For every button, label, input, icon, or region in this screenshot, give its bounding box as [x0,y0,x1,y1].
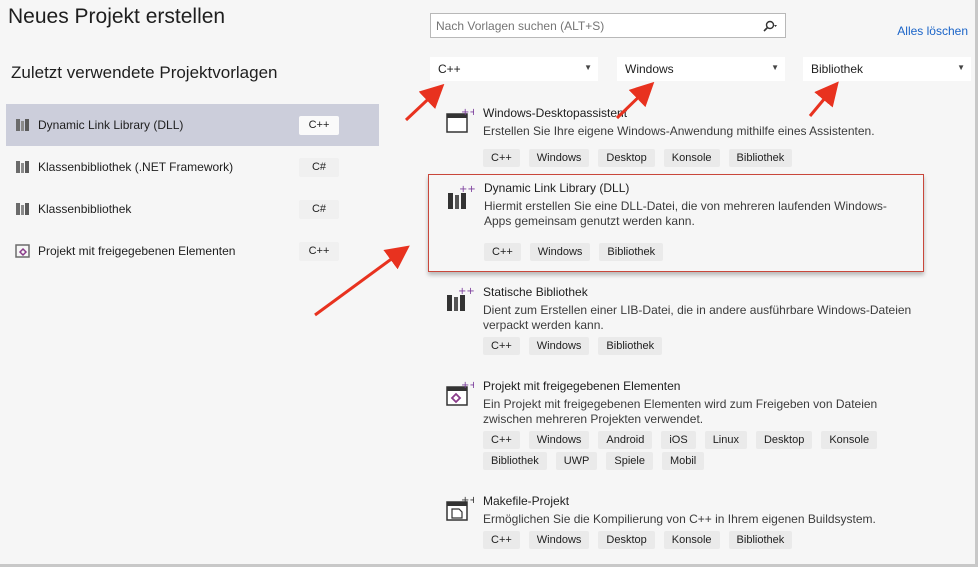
template-description: Erstellen Sie Ihre eigene Windows-Anwend… [483,124,875,138]
tag: Konsole [663,149,720,167]
tag: iOS [661,431,696,449]
chevron-down-icon: ▼ [584,63,592,72]
page-title: Neues Projekt erstellen [8,5,226,28]
tag: UWP [555,452,598,470]
tag: Bibliothek [728,149,793,167]
recent-item-label: Projekt mit freigegebenen Elementen [38,244,236,258]
template-windows-desktop-wizard[interactable]: ++ Windows-Desktopassistent Erstellen Si… [440,100,924,172]
template-name: Projekt mit freigegebenen Elementen [483,379,681,393]
tag: C++ [484,243,521,261]
project-type-filter-dropdown[interactable]: Bibliothek ▼ [803,57,971,81]
tag: Desktop [598,531,655,549]
tag: Desktop [598,149,655,167]
class-library-icon [16,203,29,215]
language-badge: C# [299,158,339,177]
project-type-filter-value: Bibliothek [811,62,864,76]
tag: Windows [529,243,591,261]
svg-text:++: ++ [458,286,474,297]
template-description: Ein Projekt mit freigegebenen Elementen … [483,397,878,426]
recent-templates-list: Dynamic Link Library (DLL) C++ Klassenbi… [6,104,379,272]
template-tags: C++ Windows Desktop Konsole Bibliothek [483,149,933,170]
tag: Bibliothek [483,452,547,470]
template-search-box[interactable] [430,13,786,38]
tag: Linux [704,431,747,449]
tag: Desktop [755,431,813,449]
recent-item-class-library-net[interactable]: Klassenbibliothek (.NET Framework) C# [6,146,379,188]
recent-item-label: Klassenbibliothek (.NET Framework) [38,160,234,174]
language-filter-dropdown[interactable]: C++ ▼ [430,57,598,81]
template-tags: C++ Windows Bibliothek [484,243,934,264]
recent-item-shared-items[interactable]: Projekt mit freigegebenen Elementen C++ [6,230,379,272]
svg-text:++: ++ [461,495,474,506]
tag: Konsole [663,531,720,549]
template-name: Dynamic Link Library (DLL) [484,181,630,195]
class-library-icon [16,161,29,173]
template-dll[interactable]: ++ Dynamic Link Library (DLL) Hiermit er… [428,174,924,272]
makefile-template-icon: ++ [446,495,474,521]
tag: Bibliothek [598,337,663,355]
template-name: Statische Bibliothek [483,285,588,299]
template-description: Hiermit erstellen Sie eine DLL-Datei, di… [484,199,887,228]
platform-filter-dropdown[interactable]: Windows ▼ [617,57,785,81]
dll-template-icon: ++ [448,184,475,209]
template-tags: C++ Windows Android iOS Linux Desktop Ko… [483,431,933,473]
search-icon[interactable] [755,14,785,37]
tag: C++ [483,431,520,449]
platform-filter-value: Windows [625,62,674,76]
template-static-library[interactable]: ++ Statische Bibliothek Dient zum Erstel… [440,279,924,359]
arrow-to-language-filter [404,83,445,122]
recent-item-dll[interactable]: Dynamic Link Library (DLL) C++ [6,104,379,146]
tag: C++ [483,149,520,167]
template-tags: C++ Windows Bibliothek [483,337,933,358]
template-name: Windows-Desktopassistent [483,106,628,120]
chevron-down-icon: ▼ [957,63,965,72]
language-badge: C++ [299,116,339,135]
tag: C++ [483,531,520,549]
recent-item-label: Dynamic Link Library (DLL) [38,118,184,132]
shared-items-template-icon: ++ [446,380,474,406]
template-description: Ermöglichen Sie die Kompilierung von C++… [483,512,876,526]
recent-templates-heading: Zuletzt verwendete Projektvorlagen [11,63,278,82]
svg-text:++: ++ [461,380,474,391]
svg-text:++: ++ [461,107,474,118]
tag: Windows [528,431,590,449]
language-badge: C++ [299,242,339,261]
tag: Windows [528,337,590,355]
tag: Konsole [821,431,878,449]
tag: C++ [483,337,520,355]
clear-all-link[interactable]: Alles löschen [897,24,968,38]
tag: Bibliothek [728,531,793,549]
language-badge: C# [299,200,339,219]
recent-item-class-library[interactable]: Klassenbibliothek C# [6,188,379,230]
template-makefile-project[interactable]: ++ Makefile-Projekt Ermöglichen Sie die … [440,488,924,558]
template-tags: C++ Windows Desktop Konsole Bibliothek [483,531,933,552]
dll-template-icon [16,119,29,131]
tag: Bibliothek [599,243,664,261]
svg-text:++: ++ [459,184,475,195]
template-shared-items[interactable]: ++ Projekt mit freigegebenen Elementen E… [440,373,924,473]
tag: Spiele [606,452,653,470]
template-name: Makefile-Projekt [483,494,570,508]
shared-items-icon [15,244,30,258]
chevron-down-icon: ▼ [771,63,779,72]
language-filter-value: C++ [438,62,461,76]
recent-item-label: Klassenbibliothek [38,202,132,216]
static-library-template-icon: ++ [447,286,474,311]
search-input[interactable] [431,18,755,33]
tag: Mobil [661,452,705,470]
tag: Windows [528,149,590,167]
tag: Windows [528,531,590,549]
template-description: Dient zum Erstellen einer LIB-Datei, die… [483,303,912,332]
tag: Android [598,431,653,449]
desktop-wizard-template-icon: ++ [446,107,474,133]
